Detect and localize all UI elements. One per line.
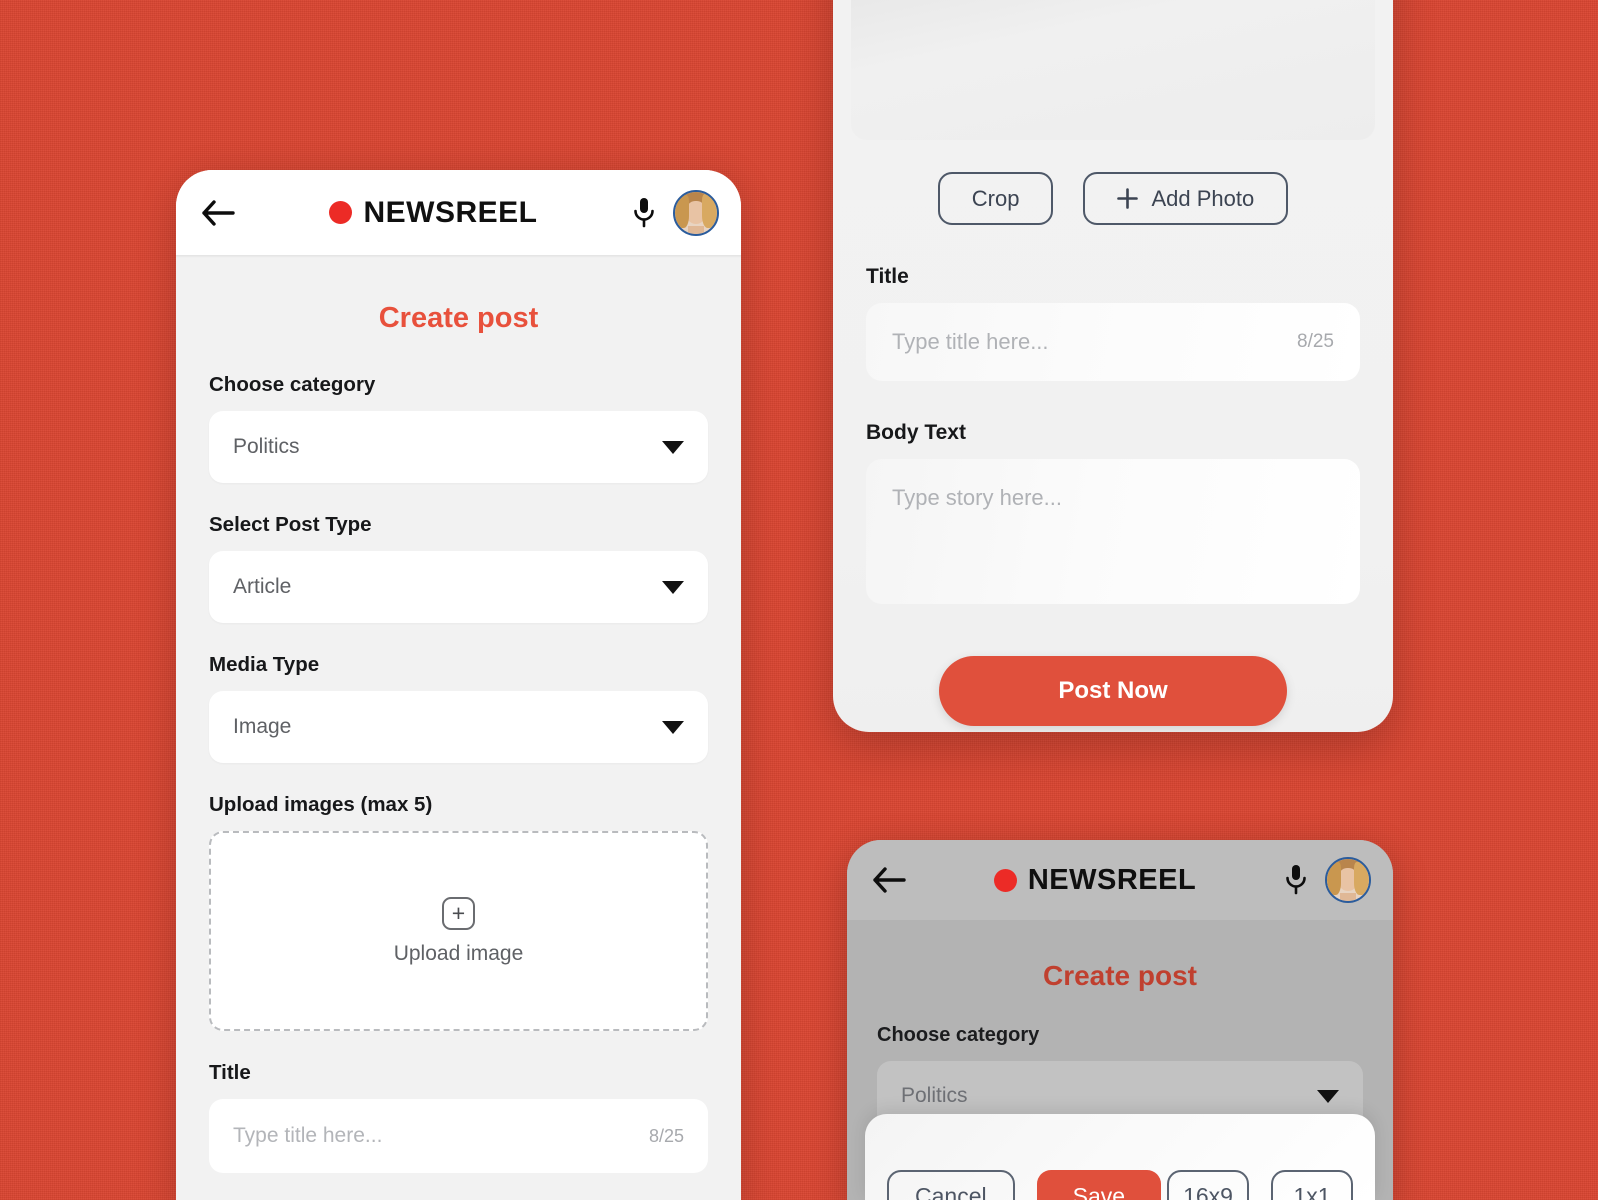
- app-bar: NEWSREEL: [847, 840, 1393, 920]
- body-text-placeholder: Type story here...: [892, 485, 1062, 510]
- post-type-value: Article: [233, 575, 292, 598]
- category-value: Politics: [233, 435, 300, 458]
- title-input[interactable]: Type title here... 8/25: [209, 1099, 708, 1173]
- chevron-down-icon: [1317, 1089, 1339, 1103]
- choose-category-label: Choose category: [209, 373, 376, 396]
- photo-actions: Crop Add Photo: [851, 140, 1375, 225]
- media-type-label: Media Type: [209, 653, 320, 676]
- title-placeholder: Type title here...: [233, 1124, 383, 1147]
- plus-icon: [1117, 188, 1139, 209]
- create-post-form-dimmed: Create post Choose category Politics: [847, 920, 1393, 1131]
- record-dot-icon: [329, 201, 353, 224]
- crop-bottom-sheet: Cancel Save 16x9 1x1: [865, 1114, 1375, 1200]
- crop-ratio-options: 16x9 1x1: [1167, 1170, 1353, 1200]
- media-type-value: Image: [233, 715, 292, 738]
- category-select[interactable]: Politics: [209, 411, 708, 483]
- page-title: Create post: [378, 302, 539, 334]
- body-text-label: Body Text: [866, 421, 966, 444]
- avatar[interactable]: [673, 189, 719, 236]
- post-type-select[interactable]: Article: [209, 551, 708, 623]
- post-now-button[interactable]: Post Now: [939, 656, 1287, 726]
- chevron-down-icon: [662, 440, 684, 454]
- brand-name: NEWSREEL: [363, 195, 538, 229]
- upload-image-cta: Upload image: [393, 941, 524, 965]
- save-button[interactable]: Save: [1036, 1170, 1162, 1200]
- brand-logo: NEWSREEL: [252, 196, 615, 230]
- ratio-16x9-button[interactable]: 16x9: [1167, 1170, 1249, 1200]
- add-photo-button[interactable]: Add Photo: [1083, 172, 1289, 225]
- post-type-label: Select Post Type: [209, 513, 372, 536]
- ratio-1x1-button[interactable]: 1x1: [1271, 1170, 1353, 1200]
- crop-button[interactable]: Crop: [937, 172, 1054, 225]
- chevron-down-icon: [662, 720, 684, 734]
- body-text-input[interactable]: Type story here...: [866, 459, 1360, 604]
- title-label: Title: [866, 265, 909, 288]
- crop-button-label: Crop: [971, 185, 1020, 211]
- back-arrow-icon[interactable]: [869, 860, 909, 900]
- category-value: Politics: [901, 1084, 968, 1107]
- chevron-down-icon: [662, 580, 684, 594]
- photo-and-text-screen: Crop Add Photo Title Type title here... …: [833, 0, 1393, 732]
- brand-logo: NEWSREEL: [923, 864, 1267, 897]
- title-placeholder: Type title here...: [892, 329, 1049, 354]
- create-post-screen: NEWSREEL Create post Choose category Pol…: [176, 170, 741, 1200]
- page-title: Create post: [1042, 960, 1198, 991]
- add-photo-button-label: Add Photo: [1151, 185, 1255, 211]
- title-input[interactable]: Type title here... 8/25: [866, 303, 1360, 381]
- choose-category-label: Choose category: [877, 1024, 1040, 1046]
- crop-sheet-actions: Cancel Save: [887, 1170, 1162, 1200]
- create-post-form: Create post Choose category Politics Sel…: [176, 258, 741, 1173]
- record-dot-icon: [993, 868, 1017, 892]
- title-counter: 8/25: [648, 1125, 684, 1146]
- uploaded-photo-preview: [851, 0, 1375, 140]
- plus-square-icon: +: [442, 896, 475, 930]
- title-counter: 8/25: [1297, 331, 1334, 352]
- brand-name: NEWSREEL: [1027, 863, 1197, 896]
- avatar[interactable]: [1325, 857, 1371, 903]
- upload-image-dropzone[interactable]: + Upload image: [209, 831, 708, 1031]
- media-type-select[interactable]: Image: [209, 691, 708, 763]
- upload-images-label: Upload images (max 5): [209, 793, 433, 816]
- crop-modal-screen: NEWSREEL Create post Choose category Pol…: [847, 840, 1393, 1200]
- cancel-button[interactable]: Cancel: [887, 1170, 1015, 1200]
- back-arrow-icon[interactable]: [198, 193, 238, 233]
- post-text-form: Title Type title here... 8/25 Body Text …: [851, 265, 1375, 726]
- microphone-icon[interactable]: [629, 196, 659, 230]
- app-bar: NEWSREEL: [176, 170, 741, 255]
- microphone-icon[interactable]: [1281, 863, 1311, 897]
- title-label: Title: [209, 1061, 251, 1084]
